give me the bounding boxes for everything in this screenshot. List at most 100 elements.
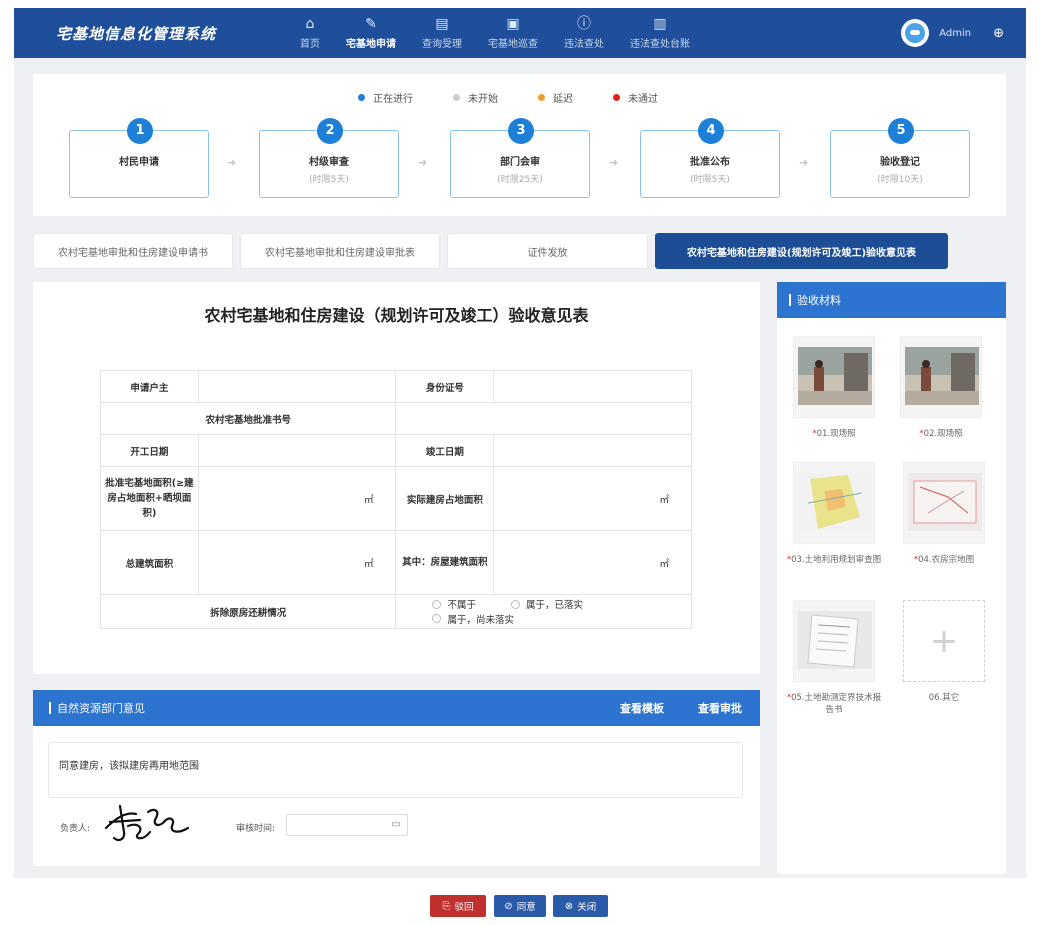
edit-icon: ✎ (365, 16, 377, 32)
step-number: 5 (888, 118, 914, 144)
app-title: 宅基地信息化管理系统 (56, 24, 217, 43)
site-photo-image (798, 347, 872, 405)
step-3[interactable]: 3 部门会审 (时限25天) (450, 118, 590, 198)
step-1[interactable]: 1 村民申请 (69, 118, 209, 198)
step-5[interactable]: 5 验收登记 (时限10天) (830, 118, 970, 198)
total-area-field[interactable]: ㎡ (197, 530, 397, 595)
approval-no-field[interactable] (395, 402, 692, 435)
step-name: 村级审查 (309, 157, 349, 168)
user-area: Admin ⊕ (901, 19, 1026, 47)
step-limit: (时限5天) (309, 175, 349, 185)
material-thumb-05[interactable] (793, 600, 875, 682)
ledger-icon: ▥ (653, 16, 667, 32)
radio-done[interactable]: 属于，已落实 (511, 597, 583, 611)
tab-application-form[interactable]: 农村宅基地审批和住房建设申请书 (33, 233, 233, 269)
label-approval-no: 农村宅基地批准书号 (99, 402, 397, 435)
nav-violation[interactable]: ⓘ 违法查处 (564, 16, 604, 50)
acceptance-form-panel: 农村宅基地和住房建设（规划许可及竣工）验收意见表 申请户主 身份证号 农村宅基地… (33, 282, 760, 674)
step-4[interactable]: 4 批准公布 (时限5天) (640, 118, 780, 198)
step-name: 村民申请 (119, 157, 159, 168)
arrow-right-icon: ➜ (227, 156, 237, 169)
globe-icon[interactable]: ⊕ (993, 26, 1004, 41)
material-thumb-01[interactable] (793, 336, 875, 418)
materials-body: *01.现场照 *02.现场照 *03.土地利用规划审查图 *04.农房宗地图 … (777, 318, 1006, 874)
end-date-field[interactable] (493, 434, 692, 467)
opinion-textarea[interactable]: 同意建房，该拟建房再用地范围 (48, 742, 743, 798)
arrow-right-icon: ➜ (609, 156, 619, 169)
material-thumb-03[interactable] (793, 462, 875, 544)
plus-icon: + (929, 621, 959, 661)
tab-approval-form[interactable]: 农村宅基地审批和住房建设审批表 (240, 233, 440, 269)
check-circle-icon: ⊘ (504, 900, 513, 912)
legend-item: 正在进行 (358, 90, 413, 105)
dot-icon (538, 94, 545, 101)
nav-homestead-apply[interactable]: ✎ 宅基地申请 (346, 16, 396, 50)
step-name: 验收登记 (880, 157, 920, 168)
id-no-field[interactable] (493, 370, 692, 403)
label-start-date: 开工日期 (100, 434, 199, 467)
label-applicant: 申请户主 (100, 370, 199, 403)
close-circle-icon: ⊗ (564, 900, 574, 912)
nav-label: 查询受理 (422, 39, 462, 50)
form-title: 农村宅基地和住房建设（规划许可及竣工）验收意见表 (204, 306, 589, 325)
close-button[interactable]: ⊗ 关闭 (553, 895, 608, 917)
nav-query-accept[interactable]: ▤ 查询受理 (422, 16, 462, 50)
alert-icon: ⓘ (577, 16, 591, 32)
opinion-header: 自然资源部门意见 查看模板 查看审批 (33, 690, 760, 726)
radio-not-done[interactable]: 属于，尚未落实 (432, 612, 514, 626)
label-approved-area: 批准宅基地面积(≥建房占地面积+晒坝面积) (100, 466, 199, 531)
applicant-field[interactable] (197, 370, 397, 403)
radio-not-applicable[interactable]: 不属于 (432, 597, 476, 611)
view-template-link[interactable]: 查看模板 (620, 700, 664, 716)
materials-header: 验收材料 (777, 282, 1006, 318)
arrow-right-icon: ➜ (418, 156, 428, 169)
view-approval-link[interactable]: 查看审批 (698, 700, 742, 716)
workflow-steps-panel: 正在进行 未开始 延迟 未通过 1 村民申请 ➜ 2 村级审查 (时限5天) ➜… (33, 74, 1006, 216)
step-number: 2 (317, 118, 343, 144)
material-caption: *04.农房宗地图 (913, 555, 975, 565)
material-thumb-02[interactable] (900, 336, 982, 418)
opinion-body: 同意建房，该拟建房再用地范围 负责人: 审核时间: ▭ (33, 726, 760, 866)
material-caption: *01.现场照 (812, 429, 856, 439)
reject-icon: ⎘ (442, 900, 451, 912)
avatar[interactable] (901, 19, 930, 47)
material-thumb-04[interactable] (903, 462, 985, 544)
legend-item: 未通过 (613, 90, 658, 105)
user-name[interactable]: Admin (939, 28, 971, 39)
nav-label: 宅基地巡查 (488, 39, 538, 50)
step-number: 3 (508, 118, 534, 144)
step-number: 1 (127, 118, 153, 144)
radio-circle-icon (432, 599, 442, 609)
radio-circle-icon (432, 614, 442, 623)
review-date-label: 审核时间: (236, 824, 276, 834)
material-caption: *02.现场照 (919, 429, 963, 439)
tab-certificate[interactable]: 证件发放 (447, 233, 648, 269)
label-house-area: 其中：房屋建筑面积 (395, 530, 495, 595)
nav-patrol[interactable]: ▣ 宅基地巡查 (488, 16, 538, 50)
reject-button[interactable]: ⎘ 驳回 (430, 895, 486, 917)
approved-area-field[interactable]: ㎡ (197, 466, 397, 531)
review-date-input[interactable]: ▭ (286, 814, 408, 836)
nav-home[interactable]: ⌂ 首页 (300, 16, 320, 50)
unit-label: ㎡ (659, 494, 669, 506)
material-caption: 06.其它 (928, 693, 960, 703)
opinion-title: 自然资源部门意见 (57, 702, 145, 715)
house-area-field[interactable]: ㎡ (493, 530, 692, 595)
label-end-date: 竣工日期 (395, 434, 495, 467)
file-icon: ▣ (506, 16, 520, 32)
survey-report-image (798, 611, 872, 669)
approve-button[interactable]: ⊘ 同意 (494, 895, 546, 917)
add-material-button[interactable]: + (903, 600, 985, 682)
step-name: 批准公布 (690, 157, 730, 168)
unit-label: ㎡ (363, 558, 374, 570)
nav-label: 宅基地申请 (346, 39, 396, 50)
actual-area-field[interactable]: ㎡ (493, 466, 692, 531)
nav-violation-ledger[interactable]: ▥ 违法查处台账 (630, 16, 690, 50)
radio-circle-icon (511, 599, 520, 609)
start-date-field[interactable] (197, 434, 397, 467)
demolish-radio-group: 不属于 属于，已落实 属于，尚未落实 (395, 594, 692, 629)
tab-acceptance-form[interactable]: 农村宅基地和住房建设(规划许可及竣工)验收意见表 (655, 233, 948, 269)
calendar-icon[interactable]: ▭ (392, 819, 401, 830)
step-2[interactable]: 2 村级审查 (时限5天) (259, 118, 399, 198)
arrow-right-icon: ➜ (799, 156, 809, 169)
